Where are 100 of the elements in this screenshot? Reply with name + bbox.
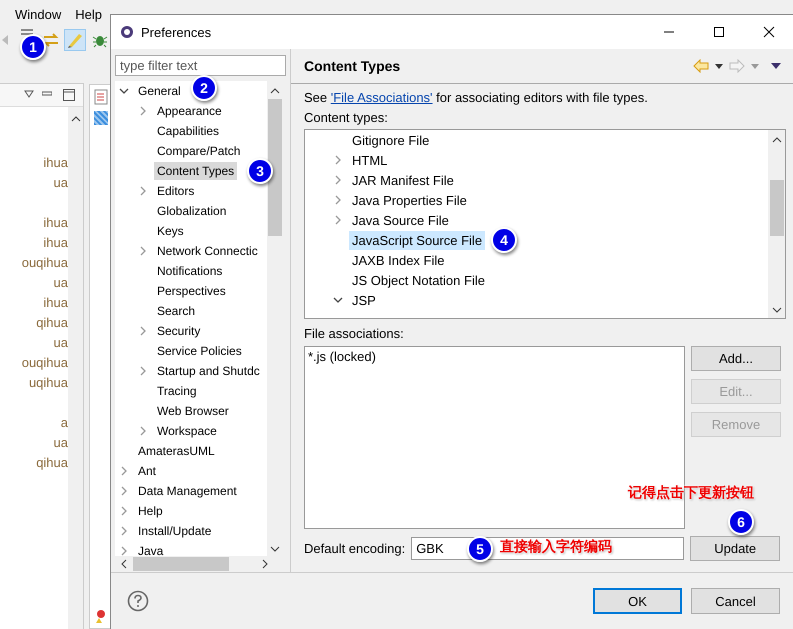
- tree-item[interactable]: ouqihua: [0, 253, 68, 273]
- tree-item[interactable]: Editors: [154, 182, 198, 200]
- scroll-thumb[interactable]: [268, 98, 282, 236]
- dialog-button[interactable]: OK: [593, 588, 682, 614]
- tree-item[interactable]: Notifications: [154, 262, 226, 280]
- maximize-icon[interactable]: [713, 26, 725, 38]
- content-type-item[interactable]: Java Source File: [349, 210, 452, 230]
- menu-icon[interactable]: [771, 63, 781, 69]
- content-type-item[interactable]: JAR Manifest File: [349, 170, 457, 190]
- scroll-right-icon[interactable]: [261, 559, 269, 569]
- chevron-right-icon[interactable]: [119, 526, 129, 536]
- chevron-right-icon[interactable]: [333, 215, 343, 225]
- tree-item[interactable]: ihua: [0, 293, 68, 313]
- scrollbar[interactable]: [768, 130, 785, 318]
- lines-icon[interactable]: [20, 28, 34, 35]
- tree-item[interactable]: Tracing: [154, 382, 200, 400]
- scroll-thumb[interactable]: [770, 180, 784, 236]
- tree-item[interactable]: ihua: [0, 153, 68, 173]
- scroll-left-icon[interactable]: [120, 559, 128, 569]
- tree-item[interactable]: qihua: [0, 453, 68, 473]
- filter-field[interactable]: type filter text: [115, 55, 286, 76]
- chevron-right-icon[interactable]: [119, 506, 129, 516]
- menu-item[interactable]: Help: [75, 6, 102, 22]
- tree-item[interactable]: ua: [0, 433, 68, 453]
- chevron-right-icon[interactable]: [119, 466, 129, 476]
- tree-item[interactable]: uqihua: [0, 373, 68, 393]
- action-button[interactable]: Add...: [691, 346, 781, 371]
- tree-item[interactable]: ua: [0, 273, 68, 293]
- tree-item[interactable]: Network Connectic: [154, 242, 261, 260]
- tree-item[interactable]: Java: [135, 542, 166, 557]
- chevron-right-icon[interactable]: [138, 246, 148, 256]
- close-icon[interactable]: [763, 26, 775, 38]
- dropdown-icon[interactable]: [715, 64, 723, 68]
- scroll-up-icon[interactable]: [270, 86, 280, 95]
- update-button[interactable]: Update: [690, 536, 780, 561]
- chevron-right-icon[interactable]: [333, 155, 343, 165]
- tree-item[interactable]: qihua: [0, 313, 68, 333]
- tree-item[interactable]: Ant: [135, 462, 160, 480]
- description-text: See 'File Associations' for associating editors with file types.: [304, 90, 649, 105]
- tree-item[interactable]: Search: [154, 302, 198, 320]
- chevron-right-icon[interactable]: [138, 186, 148, 196]
- tree-item[interactable]: Globalization: [154, 202, 230, 220]
- file-association-item[interactable]: *.js (locked): [308, 349, 681, 364]
- content-type-item[interactable]: Gitignore File: [349, 130, 432, 150]
- tree-item[interactable]: ua: [0, 333, 68, 353]
- content-type-item[interactable]: JAXB Index File: [349, 250, 448, 270]
- scroll-up-icon[interactable]: [772, 136, 782, 144]
- tree-item[interactable]: Appearance: [154, 102, 225, 120]
- dialog-button[interactable]: Cancel: [691, 588, 780, 614]
- tree-item[interactable]: Install/Update: [135, 522, 214, 540]
- tree-item[interactable]: Content Types: [154, 162, 238, 180]
- content-type-item[interactable]: JS Object Notation File: [349, 270, 488, 290]
- chevron-right-icon[interactable]: [138, 326, 148, 336]
- tree-item[interactable]: Help: [135, 502, 166, 520]
- content-type-item[interactable]: Java Properties File: [349, 190, 470, 210]
- file-associations-link[interactable]: 'File Associations': [330, 90, 433, 105]
- content-types-label: Content types:: [304, 110, 389, 125]
- chevron-right-icon[interactable]: [138, 366, 148, 376]
- chevron-right-icon[interactable]: [138, 426, 148, 436]
- document-icon[interactable]: [94, 89, 108, 105]
- chevron-right-icon[interactable]: [119, 486, 129, 496]
- tree-item[interactable]: Workspace: [154, 422, 220, 440]
- chevron-right-icon[interactable]: [333, 195, 343, 205]
- tree-item[interactable]: Compare/Patch: [154, 142, 244, 160]
- help-icon[interactable]: [127, 590, 149, 612]
- tree-item[interactable]: Keys: [154, 222, 187, 240]
- encoding-label: Default encoding:: [304, 541, 406, 556]
- tree-item[interactable]: ihua: [0, 213, 68, 233]
- maximize-icon[interactable]: [63, 89, 75, 101]
- forward-arrow-icon[interactable]: [729, 59, 745, 73]
- scrollbar[interactable]: [68, 107, 83, 629]
- toolbar-icon[interactable]: [2, 32, 10, 48]
- tree-item[interactable]: ihua: [0, 233, 68, 253]
- menu-item[interactable]: Window: [15, 6, 62, 22]
- chevron-right-icon[interactable]: [138, 106, 148, 116]
- content-type-item[interactable]: JSP: [349, 290, 379, 310]
- chevron-down-icon[interactable]: [119, 86, 129, 96]
- step-badge: 1: [20, 34, 46, 60]
- chevron-right-icon[interactable]: [333, 175, 343, 185]
- tree-item[interactable]: Web Browser: [154, 402, 232, 420]
- tree-item[interactable]: Capabilities: [154, 122, 222, 140]
- content-type-item[interactable]: JavaScript Source File: [349, 230, 486, 250]
- arrows-icon[interactable]: [42, 32, 60, 48]
- tree-item[interactable]: ua: [0, 173, 68, 193]
- scroll-up-icon[interactable]: [70, 115, 80, 123]
- tree-item[interactable]: Startup and Shutdc: [154, 362, 263, 380]
- chevron-down-icon[interactable]: [333, 295, 343, 305]
- tree-item[interactable]: Perspectives: [154, 282, 229, 300]
- tree-item[interactable]: Service Policies: [154, 342, 245, 360]
- tree-item[interactable]: General: [135, 82, 184, 100]
- tree-item[interactable]: Security: [154, 322, 204, 340]
- scroll-down-icon[interactable]: [270, 544, 280, 553]
- back-arrow-icon[interactable]: [693, 59, 709, 73]
- tree-item[interactable]: ouqihua: [0, 353, 68, 373]
- scroll-thumb[interactable]: [133, 557, 229, 571]
- scroll-down-icon[interactable]: [772, 306, 782, 314]
- tree-item[interactable]: a: [0, 413, 68, 433]
- content-type-item[interactable]: HTML: [349, 150, 390, 170]
- tree-item[interactable]: AmaterasUML: [135, 442, 218, 460]
- tree-item[interactable]: Data Management: [135, 482, 240, 500]
